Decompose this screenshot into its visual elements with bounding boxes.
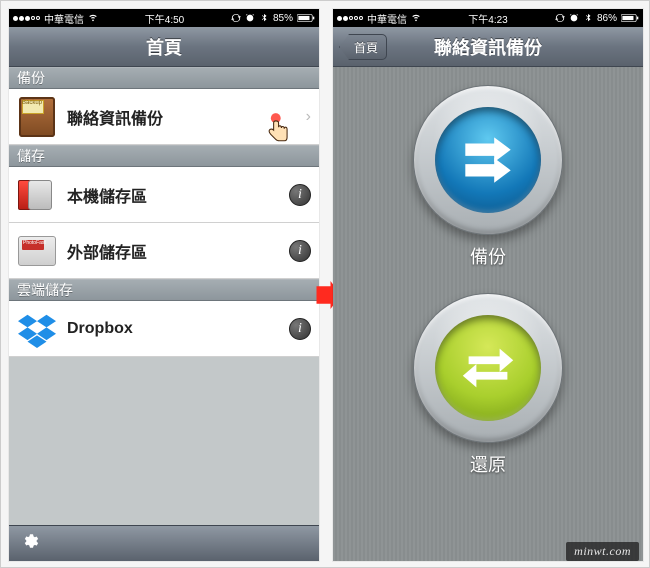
wifi-icon <box>88 12 98 25</box>
battery-percent: 86% <box>597 13 617 24</box>
bluetooth-icon <box>583 13 593 23</box>
battery-icon <box>297 13 315 23</box>
carrier-label: 中華電信 <box>367 11 407 26</box>
gear-icon[interactable] <box>21 532 39 555</box>
battery-percent: 85% <box>273 13 293 24</box>
status-bar: 中華電信 下午4:50 85% <box>9 9 319 27</box>
row-label: Dropbox <box>67 320 279 338</box>
info-icon[interactable]: i <box>289 318 311 340</box>
back-button[interactable]: 首頁 <box>339 34 387 60</box>
sync-icon <box>231 13 241 23</box>
battery-icon <box>621 13 639 23</box>
status-right: 85% <box>231 13 315 24</box>
info-icon[interactable]: i <box>289 240 311 262</box>
row-dropbox[interactable]: Dropbox i <box>9 301 319 357</box>
sync-icon <box>555 13 565 23</box>
backup-button[interactable] <box>413 85 563 235</box>
page-title: 聯絡資訊備份 <box>434 34 542 60</box>
clock-label: 下午4:50 <box>145 11 184 26</box>
alarm-icon <box>245 13 255 23</box>
signal-dots-icon <box>337 16 363 21</box>
row-local-storage[interactable]: 本機儲存區 i <box>9 167 319 223</box>
carrier-label: 中華電信 <box>44 11 84 26</box>
restore-button[interactable] <box>413 293 563 443</box>
dropbox-icon <box>17 309 57 349</box>
backup-button-group: 備份 <box>413 85 563 269</box>
home-list: 備份 聯絡資訊備份 › 儲存 本機儲存區 i 外部儲存區 i 雲端儲存 <box>9 67 319 561</box>
wifi-icon <box>411 12 421 25</box>
alarm-icon <box>569 13 579 23</box>
navbar: 首頁 <box>9 27 319 67</box>
arrows-right-icon <box>455 127 521 193</box>
bottom-toolbar <box>9 525 319 561</box>
screenshot-home: 中華電信 下午4:50 85% 首頁 備份 聯絡資訊備份 › <box>9 9 319 561</box>
section-header-backup: 備份 <box>9 67 319 89</box>
info-icon[interactable]: i <box>289 184 311 206</box>
row-label: 外部儲存區 <box>67 239 279 263</box>
backup-book-icon <box>17 97 57 137</box>
navbar: 首頁 聯絡資訊備份 <box>333 27 643 67</box>
internal-hdd-icon <box>17 175 57 215</box>
restore-button-group: 還原 <box>413 293 563 477</box>
backup-label: 備份 <box>470 243 506 269</box>
back-label: 首頁 <box>354 39 378 56</box>
page-title: 首頁 <box>146 34 182 60</box>
watermark: minwt.com <box>566 542 639 561</box>
status-bar: 中華電信 下午4:23 86% <box>333 9 643 27</box>
row-external-storage[interactable]: 外部儲存區 i <box>9 223 319 279</box>
bluetooth-icon <box>259 13 269 23</box>
section-header-cloud: 雲端儲存 <box>9 279 319 301</box>
chevron-right-icon: › <box>306 108 311 126</box>
backup-actions: 備份 還原 <box>333 67 643 561</box>
row-contacts-backup[interactable]: 聯絡資訊備份 › <box>9 89 319 145</box>
status-right: 86% <box>555 13 639 24</box>
row-label: 聯絡資訊備份 <box>67 105 292 129</box>
restore-label: 還原 <box>470 451 506 477</box>
sd-card-icon <box>17 231 57 271</box>
arrows-cycle-icon <box>457 337 519 399</box>
screenshot-contacts-backup: 中華電信 下午4:23 86% 首頁 聯絡資訊備份 <box>333 9 643 561</box>
empty-area <box>9 357 319 525</box>
signal-dots-icon <box>13 16 40 21</box>
section-header-storage: 儲存 <box>9 145 319 167</box>
clock-label: 下午4:23 <box>468 11 507 26</box>
row-label: 本機儲存區 <box>67 183 279 207</box>
